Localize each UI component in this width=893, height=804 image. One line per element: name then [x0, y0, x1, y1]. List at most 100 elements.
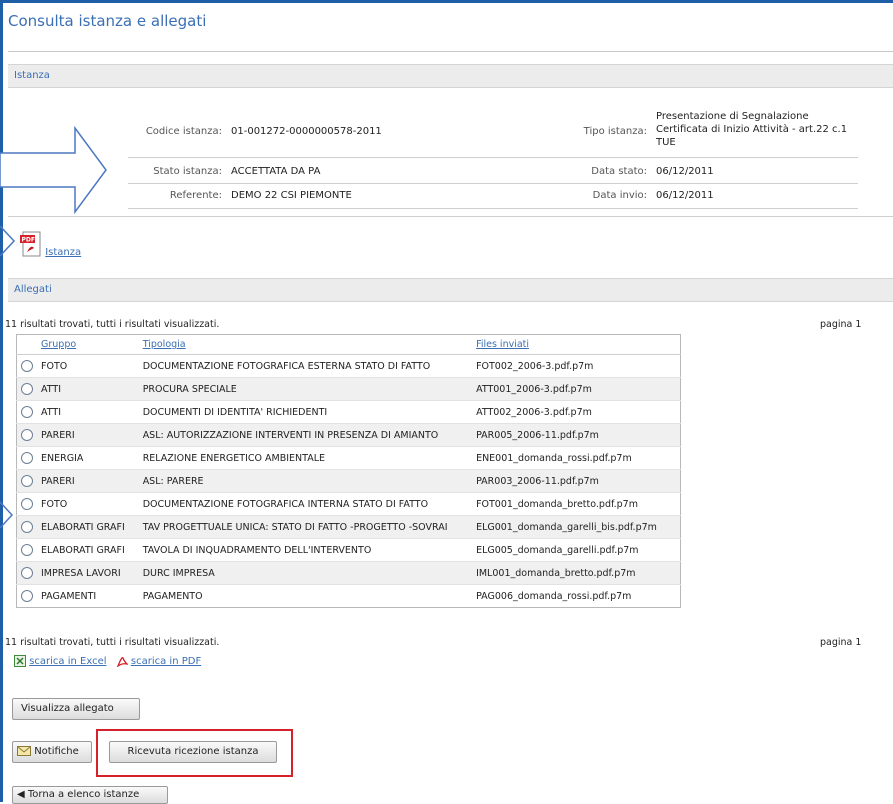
stato-value: ACCETTATA DA PA [231, 166, 321, 177]
envelope-icon [17, 746, 31, 756]
annotation-arrow-icon [0, 125, 107, 215]
table-row: PAGAMENTI PAGAMENTO PAG006_domanda_rossi.p… [16, 584, 681, 608]
cell-tipologia: ASL: PARERE [138, 469, 473, 493]
excel-export-label[interactable]: scarica in Excel [29, 656, 106, 667]
divider [128, 183, 858, 184]
referente-label: Referente: [169, 190, 222, 201]
row-radio[interactable] [21, 406, 33, 418]
istanza-link-label[interactable]: Istanza [45, 247, 81, 258]
row-radio[interactable] [21, 475, 33, 487]
page-indicator-top: pagina 1 [820, 319, 862, 330]
row-radio[interactable] [21, 452, 33, 464]
istanza-section-header: Istanza [8, 64, 893, 88]
torna-elenco-button[interactable]: ◀ Torna a elenco istanze [12, 786, 168, 804]
tipo-value: Presentazione di Segnalazione Certificat… [656, 110, 847, 149]
cell-file: PAR005_2006-11.pdf.p7m [472, 423, 681, 447]
column-header-files[interactable]: Files inviati [472, 334, 681, 355]
table-row: ELABORATI GRAFI TAV PROGETTUALE UNICA: ST… [16, 515, 681, 539]
allegati-header-label: Allegati [14, 284, 52, 295]
row-radio[interactable] [21, 567, 33, 579]
table-row: ATTI DOCUMENTI DI IDENTITA' RICHIEDENTI AT… [16, 400, 681, 424]
torna-label: Torna a elenco istanze [27, 789, 140, 800]
cell-tipologia: RELAZIONE ENERGETICO AMBIENTALE [138, 446, 473, 470]
page-title: Consulta istanza e allegati [8, 12, 207, 30]
table-row: FOTO DOCUMENTAZIONE FOTOGRAFICA ESTERNA S… [16, 354, 681, 378]
cell-tipologia: PROCURA SPECIALE [138, 377, 473, 401]
acrobat-icon [116, 657, 128, 667]
codice-value: 01-001272-0000000578-2011 [231, 126, 382, 137]
cell-file: IML001_domanda_bretto.pdf.p7m [472, 561, 681, 585]
cell-gruppo: IMPRESA LAVORI [37, 561, 139, 585]
data-invio-value: 06/12/2011 [656, 190, 714, 201]
results-count-top: 11 risultati trovati, tutti i risultati … [5, 319, 220, 330]
notifiche-button[interactable]: Notifiche [12, 741, 92, 763]
sort-link-gruppo[interactable]: Gruppo [41, 339, 76, 350]
row-radio[interactable] [21, 521, 33, 533]
row-radio[interactable] [21, 360, 33, 372]
cell-gruppo: FOTO [37, 354, 139, 378]
pdf-export-link[interactable]: scarica in PDF [116, 656, 201, 667]
results-count-bottom: 11 risultati trovati, tutti i risultati … [5, 637, 220, 648]
table-header-row: Gruppo Tipologia Files inviati [16, 334, 681, 355]
visualizza-allegato-button[interactable]: Visualizza allegato [12, 698, 140, 720]
excel-export-link[interactable]: scarica in Excel [14, 655, 110, 667]
cell-gruppo: ELABORATI GRAFI [37, 515, 139, 539]
table-row: PARERI ASL: PARERE PAR003_2006-11.pdf.p7m [16, 469, 681, 493]
stato-label: Stato istanza: [153, 166, 222, 177]
cell-file: ELG001_domanda_garelli_bis.pdf.p7m [472, 515, 681, 539]
cell-tipologia: ASL: AUTORIZZAZIONE INTERVENTI IN PRESEN… [138, 423, 473, 447]
cell-tipologia: DURC IMPRESA [138, 561, 473, 585]
annotation-arrow-icon [0, 226, 16, 256]
cell-tipologia: DOCUMENTI DI IDENTITA' RICHIEDENTI [138, 400, 473, 424]
title-divider [8, 51, 893, 52]
pdf-icon-text: PDF [22, 237, 35, 244]
data-invio-label: Data invio: [592, 190, 647, 201]
table-row: ENERGIA RELAZIONE ENERGETICO AMBIENTALE EN… [16, 446, 681, 470]
page-indicator-bottom: pagina 1 [820, 637, 862, 648]
cell-tipologia: TAV PROGETTUALE UNICA: STATO DI FATTO -P… [138, 515, 473, 539]
table-row: FOTO DOCUMENTAZIONE FOTOGRAFICA INTERNA S… [16, 492, 681, 516]
referente-value: DEMO 22 CSI PIEMONTE [231, 190, 352, 201]
ricevuta-ricezione-button[interactable]: Ricevuta ricezione istanza [109, 741, 277, 763]
divider [128, 208, 858, 209]
cell-gruppo: ATTI [37, 400, 139, 424]
codice-label: Codice istanza: [145, 126, 222, 137]
cell-file: ENE001_domanda_rossi.pdf.p7m [472, 446, 681, 470]
pdf-export-label[interactable]: scarica in PDF [131, 656, 201, 667]
tipo-label: Tipo istanza: [583, 126, 647, 137]
cell-file: ATT001_2006-3.pdf.p7m [472, 377, 681, 401]
cell-file: PAR003_2006-11.pdf.p7m [472, 469, 681, 493]
annotation-arrow-icon [0, 501, 14, 529]
column-header-tipologia[interactable]: Tipologia [138, 334, 473, 355]
row-radio[interactable] [21, 429, 33, 441]
pdf-icon: PDF [20, 231, 41, 257]
row-radio[interactable] [21, 590, 33, 602]
table-row: PARERI ASL: AUTORIZZAZIONE INTERVENTI IN … [16, 423, 681, 447]
notifiche-label: Notifiche [34, 746, 79, 757]
cell-tipologia: PAGAMENTO [138, 584, 473, 608]
allegati-section-header: Allegati [8, 278, 893, 302]
table-row: ELABORATI GRAFI TAVOLA DI INQUADRAMENTO D… [16, 538, 681, 562]
istanza-pdf-link[interactable]: PDF Istanza [20, 230, 81, 258]
row-radio[interactable] [21, 383, 33, 395]
tipo-value-line: Presentazione di Segnalazione [656, 111, 809, 122]
tipo-value-line: Certificata di Inizio Attività - art.22 … [656, 124, 848, 135]
table-row: ATTI PROCURA SPECIALE ATT001_2006-3.pdf.p7… [16, 377, 681, 401]
row-radio[interactable] [21, 544, 33, 556]
tipo-value-line: TUE [656, 137, 676, 148]
cell-gruppo: PARERI [37, 469, 139, 493]
cell-file: PAG006_domanda_rossi.pdf.p7m [472, 584, 681, 608]
row-radio[interactable] [21, 498, 33, 510]
divider [128, 157, 858, 158]
cell-gruppo: PAGAMENTI [37, 584, 139, 608]
sort-link-files[interactable]: Files inviati [476, 339, 529, 350]
cell-file: FOT002_2006-3.pdf.p7m [472, 354, 681, 378]
excel-icon [14, 655, 26, 667]
sort-link-tipologia[interactable]: Tipologia [143, 339, 186, 350]
export-links: scarica in Excel scarica in PDF [14, 655, 201, 667]
cell-file: ELG005_domanda_garelli.pdf.p7m [472, 538, 681, 562]
cell-tipologia: TAVOLA DI INQUADRAMENTO DELL'INTERVENTO [138, 538, 473, 562]
cell-tipologia: DOCUMENTAZIONE FOTOGRAFICA INTERNA STATO… [138, 492, 473, 516]
column-header-gruppo[interactable]: Gruppo [37, 334, 139, 355]
divider [8, 216, 893, 217]
